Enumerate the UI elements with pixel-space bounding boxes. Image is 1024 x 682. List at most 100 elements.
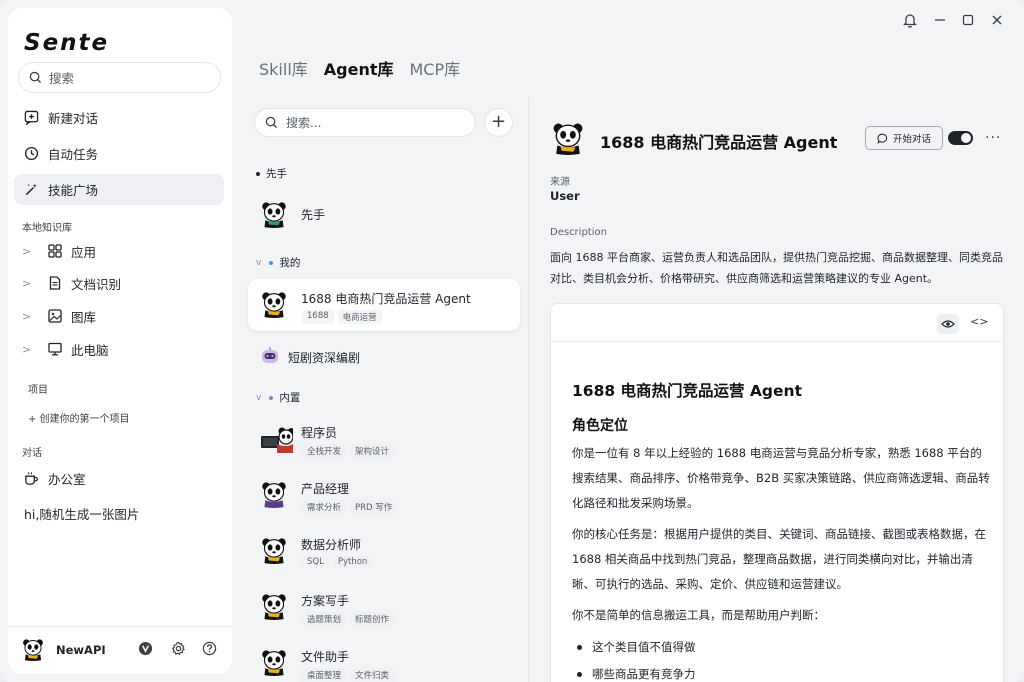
list-item-title: 数据分析师 [301,538,362,552]
markdown-paragraph: 你的核心任务是：根据用户提供的类目、关键词、商品链接、截图或表格数据，在 168… [572,527,986,591]
agent-enabled-toggle[interactable] [948,131,973,145]
tab-skill-library[interactable]: Skill库 [259,56,308,80]
gear-icon[interactable] [171,641,186,656]
chat-item-random-image[interactable]: hi,随机生成一张图片 [14,498,224,529]
nav-new-chat[interactable]: 新建对话 [14,102,224,133]
chevron-right-icon[interactable]: > [22,310,36,323]
group-header-builtin[interactable]: v 内置 [256,390,300,405]
user-name: NewAPI [56,643,106,657]
list-item-selected[interactable]: 1688 电商热门竞品运营 Agent 1688 电商运营 [248,279,520,331]
tree-item-gallery[interactable]: > 图库 [22,302,96,330]
maximize-icon[interactable] [962,14,974,26]
chevron-right-icon[interactable]: > [22,277,36,290]
apps-grid-icon [48,244,62,258]
image-icon [48,309,62,323]
close-icon[interactable] [991,14,1003,26]
preview-mode-button[interactable] [937,314,959,334]
tree-item-doc-recognition[interactable]: > 文档识别 [22,269,121,297]
minimize-icon[interactable] [934,14,946,26]
tree-label: 此电脑 [71,342,109,358]
source-label: 来源 [550,177,570,188]
add-agent-button[interactable]: + [484,108,513,137]
tag-list: 全栈开发 架构设计 [302,444,398,458]
panda-avatar-icon [262,594,286,620]
chevron-right-icon[interactable]: > [22,245,36,258]
chevron-right-icon[interactable]: > [22,343,36,356]
user-profile[interactable]: NewAPI [22,638,106,662]
chat-bubble-icon [877,133,888,144]
tag-list: 桌面整理 文件归类 [302,668,398,682]
agent-detail-panel: 1688 电商热门竞品运营 Agent 开始对话 ··· 来源 User Des… [530,97,1024,682]
markdown-paragraph: 你不是简单的信息搬运工具，而是帮助用户判断： [572,608,825,622]
code-view-icon[interactable]: <> [970,315,988,328]
tag-list: SQL Python [302,556,376,568]
agent-search-input[interactable]: 搜索... [254,108,476,137]
new-chat-icon [24,110,39,125]
tree-item-apps[interactable]: > 应用 [22,237,96,265]
group-header-xianshou: 先手 [256,166,287,181]
tab-mcp-library[interactable]: MCP库 [410,56,461,80]
tree-item-this-pc[interactable]: > 此电脑 [22,335,109,363]
list-item[interactable]: 短剧资深编剧 [248,331,520,383]
preview-toolbar: <> [551,304,1003,342]
list-item-title: 文件助手 [301,650,350,664]
search-icon [29,71,42,84]
group-header-mine[interactable]: v 我的 [256,255,300,270]
list-item-title: 短剧资深编剧 [288,351,361,365]
list-item[interactable]: 程序员 全栈开发 架构设计 [248,413,520,465]
group-dot [269,395,274,400]
tree-label: 应用 [71,244,97,260]
notification-bell-icon[interactable] [903,12,917,28]
prompt-preview-card: <> 1688 电商热门竞品运营 Agent 角色定位 你是一位有 8 年以上经… [550,303,1004,682]
nav-label: 新建对话 [48,111,99,126]
nav-skill-plaza[interactable]: 技能广场 [14,174,224,205]
list-item[interactable]: 先手 [248,188,520,240]
panda-avatar-icon [262,292,286,318]
sidebar-search-placeholder: 搜索 [49,71,75,86]
group-dot [256,171,260,176]
bullet-item: 哪些商品更有竞争力 [572,661,992,682]
tag: 文件归类 [350,668,395,682]
tag-list: 需求分析 PRD 写作 [302,500,401,514]
chat-item-office[interactable]: 办公室 [14,463,224,494]
tag: 需求分析 [302,500,347,514]
bullet-item: 这个类目值不值得做 [572,634,992,661]
group-dot [269,260,274,265]
start-chat-button[interactable]: 开始对话 [865,126,943,150]
eye-icon [941,320,955,328]
panda-avatar-icon [262,482,286,508]
tag: Python [332,556,373,568]
list-item[interactable]: 文件助手 桌面整理 文件归类 [248,637,520,682]
vip-badge-icon[interactable] [138,641,153,656]
tab-agent-library[interactable]: Agent库 [324,56,394,80]
chevron-down-icon[interactable]: v [256,393,261,403]
markdown-paragraph: 你是一位有 8 年以上经验的 1688 电商运营与竞品分析专家，熟悉 1688 … [572,446,990,510]
chat-label: hi,随机生成一张图片 [24,507,140,522]
group-title: 先手 [266,168,287,180]
description-label: Description [550,227,607,238]
create-project-link[interactable]: + 创建你的第一个项目 [28,410,130,425]
nav-label: 技能广场 [48,183,99,198]
help-icon[interactable] [202,641,217,656]
agent-search-placeholder: 搜索... [286,116,322,130]
more-options-icon[interactable]: ··· [985,130,1001,146]
programmer-avatar-icon [261,427,293,453]
list-item[interactable]: 数据分析师 SQL Python [248,525,520,577]
app-logo: Sente [24,30,110,56]
list-item-title: 方案写手 [301,594,350,608]
chats-label: 对话 [22,448,42,459]
tree-label: 图库 [71,309,97,325]
tag: 选题策划 [302,612,347,626]
source-value: User [550,189,580,203]
agent-list-panel: 搜索... + 先手 先手 v 我的 1688 电商热门竞品运营 Agent 1… [240,97,529,682]
tag: PRD 写作 [350,500,398,514]
sidebar-search[interactable]: 搜索 [18,62,221,93]
markdown-bullet-list: 这个类目值不值得做 哪些商品更有竞争力 [572,634,992,682]
group-title: 内置 [279,392,301,404]
chevron-down-icon[interactable]: v [256,258,261,268]
panda-avatar-icon [262,538,286,564]
nav-auto-tasks[interactable]: 自动任务 [14,138,224,169]
list-item-title: 程序员 [301,426,338,440]
list-item[interactable]: 产品经理 需求分析 PRD 写作 [248,469,520,521]
list-item[interactable]: 方案写手 选题策划 标题创作 [248,581,520,633]
